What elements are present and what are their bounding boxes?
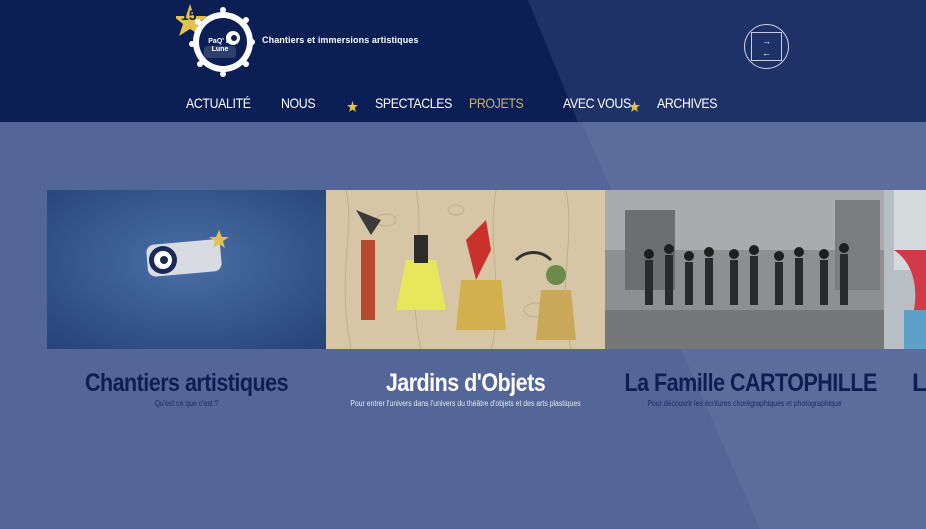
nav-item-projets[interactable]: PROJETS xyxy=(469,95,524,111)
project-subtitle-jardins: Pour entrer l'univers dans l'univers du … xyxy=(350,399,581,408)
project-image-chantiers[interactable] xyxy=(47,190,326,349)
project-subtitle-chantiers: Qu'est ce que c'est ? xyxy=(154,399,219,408)
site-logo[interactable]: 15 PaQ' la Lune xyxy=(173,2,258,78)
cartophille-graphic xyxy=(605,190,884,349)
jardins-graphic xyxy=(326,190,605,349)
project-title-jardins[interactable]: Jardins d'Objets xyxy=(346,369,586,398)
site-tagline: Chantiers et immersions artistiques xyxy=(262,35,419,45)
project-image-le[interactable] xyxy=(884,190,926,349)
nav-item-actualite[interactable]: ACTUALITÉ xyxy=(186,95,251,111)
project-title-chantiers[interactable]: Chantiers artistiques xyxy=(67,369,307,398)
nav-item-spectacles[interactable]: SPECTACLES xyxy=(375,95,452,111)
project-gallery xyxy=(47,190,926,349)
language-toggle-button[interactable]: → ← xyxy=(744,24,789,69)
logo-text: PaQ' la Lune xyxy=(208,38,232,53)
project-title-cartophille[interactable]: La Famille CARTOPHILLE xyxy=(625,369,878,398)
project-image-cartophille[interactable] xyxy=(605,190,884,349)
main-nav: ACTUALITÉ NOUS SPECTACLES PROJETS AVEC V… xyxy=(0,95,926,115)
arrow-left-icon: ← xyxy=(762,48,771,58)
project-image-jardins[interactable] xyxy=(326,190,605,349)
site-header: 15 PaQ' la Lune Chantiers et immersions … xyxy=(0,0,926,122)
arrow-right-icon: → xyxy=(762,36,771,46)
project-title-le[interactable]: Le xyxy=(912,369,926,398)
language-toggle-frame: → ← xyxy=(751,32,782,61)
nav-item-avec-vous[interactable]: AVEC VOUS xyxy=(563,95,631,111)
project-subtitle-cartophille: Pour découvrir les écritures chorégraphi… xyxy=(647,399,842,408)
le-graphic xyxy=(884,190,926,349)
star-icon xyxy=(347,101,358,112)
logo-badge: 15 xyxy=(181,7,197,23)
nav-item-archives[interactable]: ARCHIVES xyxy=(657,95,718,111)
chantiers-graphic xyxy=(47,190,326,349)
nav-item-nous[interactable]: NOUS xyxy=(281,95,316,111)
star-icon xyxy=(629,101,640,112)
